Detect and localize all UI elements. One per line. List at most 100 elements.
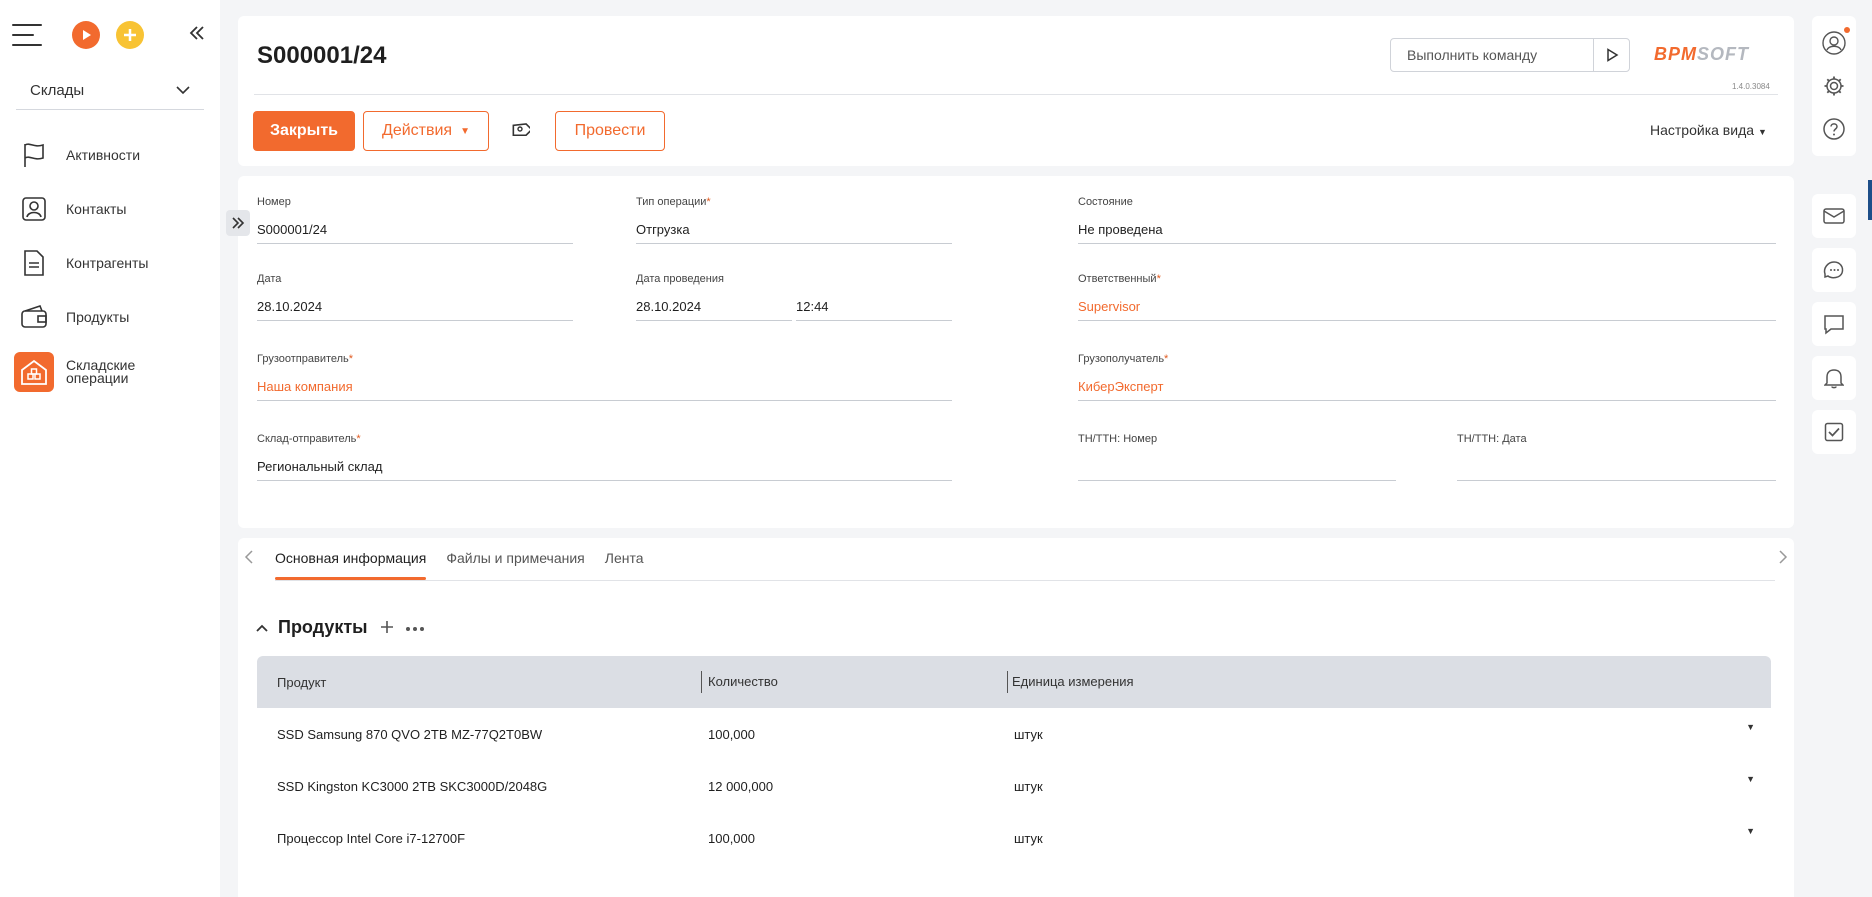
number-input[interactable]: S000001/24 — [257, 222, 573, 244]
tabs-scroll-right-icon[interactable] — [1778, 550, 1788, 569]
field-label-text: Ответственный — [1078, 273, 1157, 285]
column-header-quantity[interactable]: Количество — [701, 671, 1007, 693]
double-chevron-right-icon — [232, 217, 245, 229]
version-label: 1.4.0.3084 — [1732, 82, 1770, 91]
sidebar-item-warehouse-operations[interactable]: Складские операции — [0, 344, 220, 400]
expand-panel-button[interactable] — [226, 210, 250, 236]
table-row[interactable]: SSD Kingston KC3000 2TB SKC3000D/2048G 1… — [257, 760, 1771, 812]
bell-icon[interactable] — [1812, 356, 1856, 400]
ttn-number-input[interactable] — [1078, 459, 1396, 481]
right-panel-top — [1812, 16, 1856, 156]
view-settings-button[interactable]: Настройка вида ▼ — [1650, 122, 1767, 138]
collapse-sidebar-icon[interactable] — [188, 21, 206, 49]
add-product-icon[interactable] — [380, 614, 394, 640]
grid-header: Продукт Количество Единица измерения — [257, 656, 1771, 708]
execute-command-button[interactable] — [1593, 39, 1629, 71]
warehouse-lookup[interactable]: Региональный склад — [257, 459, 952, 481]
workspace-select[interactable]: Склады — [16, 72, 204, 110]
tab-bar: Основная информация Файлы и примечания Л… — [275, 538, 664, 580]
page-title: S000001/24 — [257, 42, 387, 69]
table-row[interactable]: Процессор Intel Core i7-12700F 100,000 ш… — [257, 812, 1771, 864]
field-ttn-date: ТН/ТТН: Дата — [1457, 433, 1776, 481]
chat-icon[interactable] — [1812, 248, 1856, 292]
chevron-up-icon[interactable] — [256, 619, 268, 635]
contact-icon — [18, 193, 50, 225]
field-label: Склад-отправитель* — [257, 433, 361, 445]
cell-quantity: 100,000 — [708, 726, 755, 742]
field-label: Дата — [257, 273, 282, 285]
add-icon[interactable] — [116, 21, 144, 49]
logo: BPMSOFT — [1654, 44, 1749, 65]
shipper-lookup[interactable]: Наша компания — [257, 379, 952, 401]
consignee-lookup[interactable]: КиберЭксперт — [1078, 379, 1776, 401]
tab-files-notes[interactable]: Файлы и примечания — [446, 538, 584, 580]
sidebar-item-contacts[interactable]: Контакты — [0, 182, 220, 236]
table-row[interactable]: SSD Samsung 870 QVO 2TB MZ-77Q2T0BW 100,… — [257, 708, 1771, 760]
row-menu-caret-icon[interactable]: ▼ — [1746, 774, 1755, 784]
message-icon[interactable] — [1812, 302, 1856, 346]
field-label: Номер — [257, 196, 291, 208]
field-consignee: Грузополучатель* КиберЭксперт — [1078, 353, 1776, 401]
sidebar-item-label: Продукты — [66, 309, 130, 325]
column-header-product[interactable]: Продукт — [257, 675, 701, 690]
cell-unit: штук — [1014, 726, 1043, 742]
divider — [254, 94, 1778, 95]
post-date-input[interactable]: 28.10.2024 — [636, 299, 792, 321]
sidebar-item-label: Контрагенты — [66, 255, 149, 271]
date-input[interactable]: 28.10.2024 — [257, 299, 573, 321]
caret-down-icon: ▼ — [460, 125, 470, 137]
process-run-icon[interactable] — [72, 21, 100, 49]
field-label-text: Склад-отправитель — [257, 433, 357, 445]
cell-quantity: 12 000,000 — [708, 778, 774, 794]
tab-main-info[interactable]: Основная информация — [275, 538, 427, 580]
gear-icon[interactable] — [1814, 66, 1854, 106]
sidebar-toolbar — [0, 0, 220, 70]
sidebar-item-label: Контакты — [66, 201, 127, 217]
field-label: Дата проведения — [636, 273, 724, 285]
sidebar-item-accounts[interactable]: Контрагенты — [0, 236, 220, 290]
email-icon[interactable] — [1812, 194, 1856, 238]
sidebar-item-products[interactable]: Продукты — [0, 290, 220, 344]
state-select[interactable]: Не проведена — [1078, 222, 1776, 244]
menu-icon[interactable] — [12, 24, 42, 46]
field-warehouse: Склад-отправитель* Региональный склад — [257, 433, 952, 481]
field-ttn-number: ТН/ТТН: Номер — [1078, 433, 1396, 481]
command-input[interactable] — [1391, 39, 1593, 71]
row-menu-caret-icon[interactable]: ▼ — [1746, 826, 1755, 836]
tag-icon[interactable] — [508, 120, 533, 147]
tabs-scroll-left-icon[interactable] — [244, 550, 254, 569]
tab-feed[interactable]: Лента — [605, 538, 644, 580]
column-header-unit[interactable]: Единица измерения — [1007, 671, 1771, 693]
view-settings-label: Настройка вида — [1650, 122, 1755, 138]
cell-unit: штук — [1014, 830, 1043, 846]
sidebar-item-activities[interactable]: Активности — [0, 128, 220, 182]
play-icon — [1606, 48, 1618, 62]
field-label-spacer — [796, 273, 952, 285]
cell-unit: штук — [1014, 778, 1043, 794]
products-section-header: Продукты — [256, 614, 424, 640]
field-post-date: Дата проведения 28.10.2024 — [636, 273, 792, 321]
close-button[interactable]: Закрыть — [253, 111, 355, 151]
actions-button[interactable]: Действия ▼ — [363, 111, 489, 151]
responsible-lookup[interactable]: Supervisor — [1078, 299, 1776, 321]
task-checkbox-icon[interactable] — [1812, 410, 1856, 454]
operation-type-select[interactable]: Отгрузка — [636, 222, 952, 244]
left-sidebar: Склады Активности Контакты Контрагенты П… — [0, 0, 220, 897]
record-header: S000001/24 BPMSOFT 1.4.0.3084 Закрыть Де… — [238, 16, 1794, 166]
profile-icon[interactable] — [1814, 23, 1854, 63]
field-post-time: 12:44 — [796, 273, 952, 321]
more-options-icon[interactable] — [405, 618, 424, 636]
field-label-text: Грузополучатель — [1078, 353, 1165, 365]
scrollbar-thumb[interactable] — [1868, 180, 1872, 220]
products-grid: Продукт Количество Единица измерения SSD… — [257, 656, 1771, 864]
help-icon[interactable] — [1814, 109, 1854, 149]
logo-bpm: BPM — [1654, 44, 1697, 64]
post-time-input[interactable]: 12:44 — [796, 299, 952, 321]
field-label: Грузополучатель* — [1078, 353, 1169, 365]
field-shipper: Грузоотправитель* Наша компания — [257, 353, 952, 401]
row-menu-caret-icon[interactable]: ▼ — [1746, 722, 1755, 732]
post-button[interactable]: Провести — [555, 111, 665, 151]
command-line — [1390, 38, 1630, 72]
field-state: Состояние Не проведена — [1078, 196, 1776, 244]
ttn-date-input[interactable] — [1457, 459, 1776, 481]
